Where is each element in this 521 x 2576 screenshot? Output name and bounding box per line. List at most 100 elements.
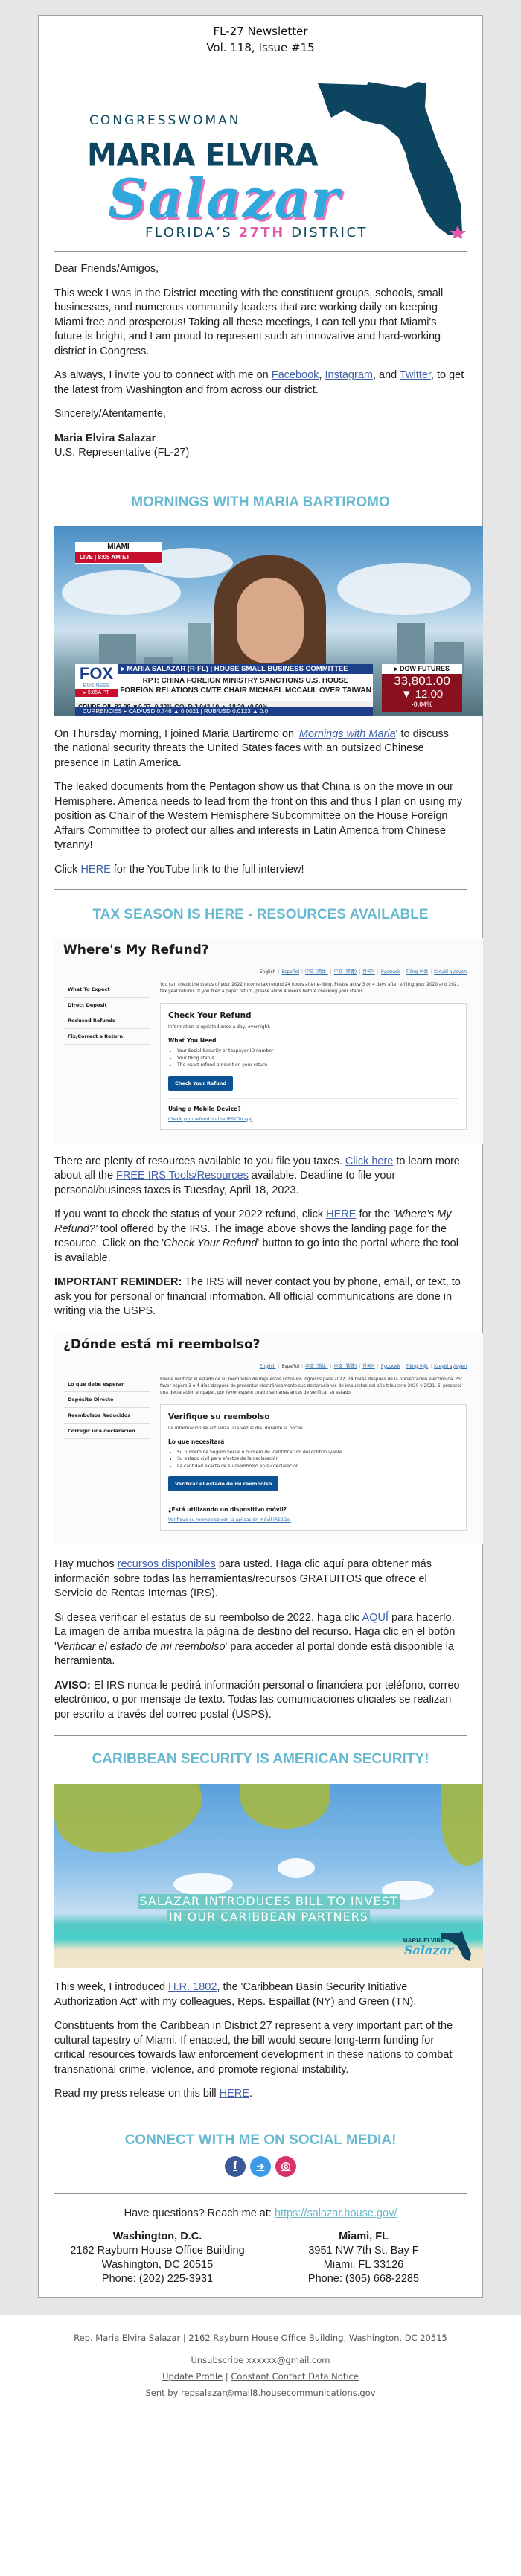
intro-paragraph: This week I was in the District meeting … [54, 287, 444, 357]
irs-sidebar-item: Reduced Refunds [63, 1013, 150, 1029]
fox-business-interview-image[interactable]: MIAMI LIVE | 8:05 AM ET FOX BUSINESS ▸ 5… [54, 525, 483, 716]
irs-need-item: Your filing status [177, 1055, 458, 1062]
paragraph: The leaked documents from the Pentagon s… [54, 781, 463, 851]
aviso-label: AVISO: [54, 1679, 91, 1692]
text: , and [372, 369, 400, 381]
aviso: AVISO: El IRS nunca le pedirá informació… [54, 1679, 467, 1723]
aqui-link[interactable]: AQUÍ [362, 1612, 389, 1624]
section-title-tax: TAX SEASON IS HERE - RESOURCES AVAILABLE [92, 907, 429, 922]
twitter-link[interactable]: Twitter [400, 369, 431, 381]
irs-wheres-my-refund-image[interactable]: Where's My Refund? English | Español | 中文 (简… [54, 938, 483, 1144]
unsubscribe-link[interactable]: Unsubscribe xxxxxx@gmail.com [0, 2355, 521, 2365]
language: Kreyòl ayisyen [434, 1363, 467, 1369]
language: Kreyòl ayisyen [434, 969, 467, 975]
irs-heading: ¿Dónde está mi reembolso? [63, 1336, 260, 1352]
bartiromo-text: On Thursday morning, I joined Maria Bart… [54, 716, 467, 878]
hr-1802-link[interactable]: H.R. 1802 [168, 1981, 217, 1993]
irs-mobile-link: Verifique su reembolso con la aplicación… [168, 1517, 291, 1523]
district-suffix: DISTRICT [284, 225, 368, 240]
chyron-top: ▸ MARIA SALAZAR (R-FL) | HOUSE SMALL BUS… [118, 663, 373, 674]
location-label: MIAMI [107, 542, 130, 551]
text: for the YouTube link to the full intervi… [110, 863, 304, 876]
recursos-disponibles-link[interactable]: recursos disponibles [118, 1558, 216, 1570]
free-irs-tools-link[interactable]: FREE IRS Tools/Resources [116, 1170, 249, 1182]
irs-sidebar-item: Lo que debe esperar [63, 1377, 150, 1392]
data-notice-link[interactable]: Constant Contact Data Notice [231, 2371, 359, 2382]
text: , [319, 369, 325, 381]
irs-box-title: Check Your Refund [168, 1011, 252, 1020]
contact-line: Have questions? Reach me at: https://sal… [54, 2207, 467, 2219]
irs-sidebar-item: Fix/Correct a Return [63, 1029, 150, 1045]
local-time: ▸ 5:05A PT [75, 688, 118, 697]
update-profile-link[interactable]: Update Profile [162, 2371, 223, 2382]
irs-sidebar: What To Expect Direct Deposit Reduced Re… [63, 982, 150, 1130]
social-icons: f ➔ ◎ [54, 2155, 467, 2177]
chyron-main: RPT: CHINA FOREIGN MINISTRY SANCTIONS U.… [118, 674, 373, 695]
logo-surname: Salazar [108, 167, 341, 230]
twitter-icon[interactable]: ➔ [250, 2155, 271, 2177]
text: There are plenty of resources available … [54, 1155, 345, 1167]
caribbean-bill-image[interactable]: SALAZAR INTRODUCES BILL TO INVEST IN OUR… [54, 1784, 483, 1968]
irs-needs-list: Su número de Seguro Social o número de i… [168, 1449, 458, 1470]
interviewee-face [237, 577, 304, 663]
irs-need-item: The exact refund amount on your return [177, 1062, 458, 1069]
tax-text-en: There are plenty of resources available … [54, 1144, 467, 1319]
district-prefix: FLORIDA’S [145, 225, 239, 240]
tax-text-es: Hay muchos recursos disponibles para ust… [54, 1544, 467, 1722]
office-dc: Washington, D.C. 2162 Rayburn House Offi… [54, 2230, 260, 2286]
text: On Thursday morning, I joined Maria Bart… [54, 727, 299, 740]
greeting: Dear Friends/Amigos, [54, 263, 159, 275]
text: Click [54, 863, 81, 876]
irs-need-item: La cantidad exacta de su reembolso en su… [177, 1463, 458, 1470]
office-city: Washington, D.C. [112, 2230, 202, 2242]
irs-intro: You can check the status of your 2022 in… [160, 983, 460, 994]
office-miami: Miami, FL 3951 NW 7th St, Bay F Miami, F… [260, 2230, 467, 2286]
section-title-bartiromo: MORNINGS WITH MARIA BARTIROMO [131, 494, 390, 510]
paragraph: Read my press release on this bill HERE. [54, 2087, 467, 2102]
wheres-my-refund-link[interactable]: HERE [326, 1208, 356, 1220]
facebook-link[interactable]: Facebook [272, 369, 319, 381]
language: 한국어 [362, 969, 375, 975]
signature-name: Maria Elvira Salazar [54, 432, 156, 444]
newsletter-title: FL-27 Newsletter [213, 25, 308, 38]
paragraph: This week, I introduced H.R. 1802, the '… [54, 1980, 467, 2009]
instagram-link[interactable]: Instagram [325, 369, 373, 381]
paragraph: Click HERE for the YouTube link to the f… [54, 863, 467, 878]
tv-lower-third: FOX BUSINESS ▸ 5:05A PT ▸ MARIA SALAZAR … [75, 663, 462, 712]
chyron-line: FOREIGN RELATIONS CMTE CHAIR MICHAEL MCC… [120, 686, 371, 695]
office-address: Washington, DC 20515 [101, 2258, 214, 2271]
caribbean-text: This week, I introduced H.R. 1802, the '… [54, 1968, 467, 2102]
logo-congresswoman: CONGRESSWOMAN [89, 113, 241, 128]
section-title-social: CONNECT WITH ME ON SOCIAL MEDIA! [124, 2132, 397, 2148]
text: Read my press release on this bill [54, 2088, 220, 2100]
instagram-icon[interactable]: ◎ [275, 2155, 296, 2177]
signature: Maria Elvira Salazar U.S. Representative … [54, 432, 467, 461]
language: 中文 (繁體) [333, 969, 357, 975]
newsletter-card: FL-27 Newsletter Vol. 118, Issue #15 CON… [38, 15, 483, 2298]
irs-check-refund-box: Check Your Refund Information is updated… [160, 1003, 467, 1130]
facebook-icon[interactable]: f [225, 2155, 246, 2177]
mornings-with-maria-link[interactable]: Mornings with Maria [299, 728, 396, 740]
website-link[interactable]: https://salazar.house.gov/ [275, 2207, 397, 2219]
language: Español [281, 969, 299, 975]
office-address: Miami, FL 33126 [323, 2258, 404, 2271]
ticker-currencies: CURRENCIES ▸ CAD/USD 0.746 ▲ 0.0021 | RU… [75, 707, 373, 716]
text: El IRS nunca le pedirá información perso… [54, 1679, 460, 1721]
district-number: 27TH [238, 225, 285, 240]
banner-line: IN OUR CARIBBEAN PARTNERS [167, 1910, 370, 1925]
newsletter-header: FL-27 Newsletter Vol. 118, Issue #15 [54, 16, 467, 56]
irs-need-item: Su estado civil para efectos de la decla… [177, 1456, 458, 1463]
office-addresses: Washington, D.C. 2162 Rayburn House Offi… [54, 2230, 467, 2286]
text: Hay muchos [54, 1558, 118, 1570]
youtube-interview-link[interactable]: HERE [80, 864, 110, 876]
mini-logo-surname: Salazar [404, 1943, 454, 1957]
newsletter-issue: Vol. 118, Issue #15 [206, 41, 315, 54]
click-here-link[interactable]: Click here [345, 1155, 393, 1167]
office-address: 3951 NW 7th St, Bay F [308, 2244, 419, 2257]
footer-links: Update Profile | Constant Contact Data N… [0, 2371, 521, 2382]
irs-donde-esta-mi-reembolso-image[interactable]: ¿Dónde está mi reembolso? English | Españo… [54, 1332, 483, 1544]
mini-logo: MARIA ELVIRA Salazar [403, 1928, 474, 1963]
language: Tiếng Việt [406, 1363, 429, 1369]
press-release-link[interactable]: HERE [220, 2088, 249, 2100]
language: English [259, 969, 276, 975]
